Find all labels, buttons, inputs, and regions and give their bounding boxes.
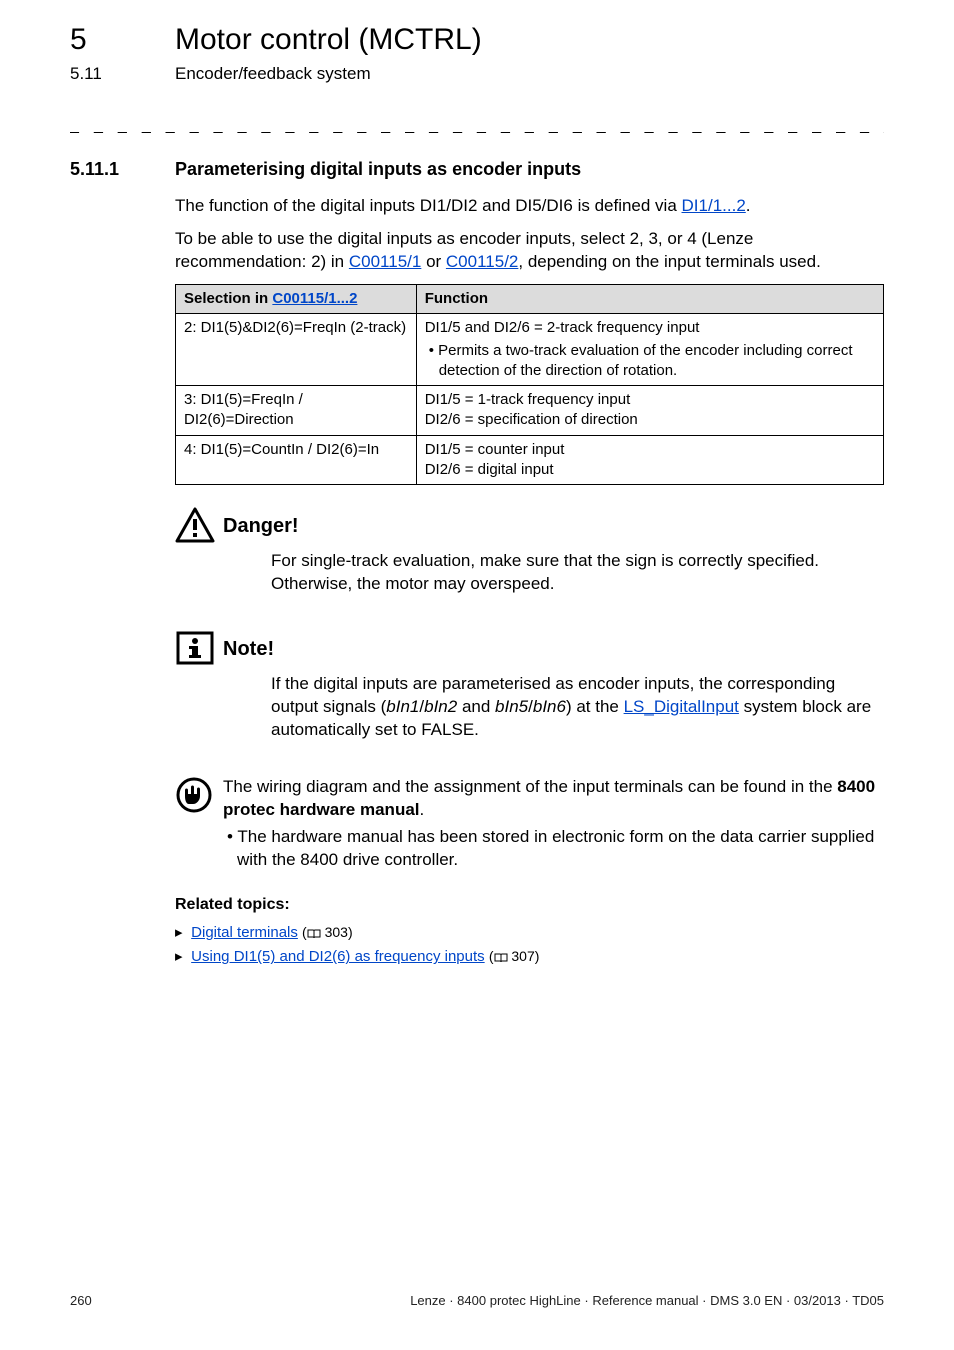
- note-text: If the digital inputs are parameterised …: [271, 673, 884, 742]
- danger-text: For single-track evaluation, make sure t…: [271, 550, 884, 596]
- table-row: 3: DI1(5)=FreqIn / DI2(6)=Direction DI1/…: [176, 386, 884, 436]
- related-topics: Related topics: ▸ Digital terminals ( 30…: [175, 894, 884, 968]
- text: The wiring diagram and the assignment of…: [223, 777, 837, 796]
- related-title: Related topics:: [175, 894, 884, 916]
- intro-paragraph-2: To be able to use the digital inputs as …: [175, 228, 884, 274]
- subsection-number: 5.11: [70, 63, 175, 86]
- signal-bin1: bIn1: [386, 697, 419, 716]
- callout-content: The wiring diagram and the assignment of…: [223, 776, 884, 872]
- page-ref: ( 307): [489, 948, 540, 964]
- text: The function of the digital inputs DI1/D…: [175, 196, 682, 215]
- text: .: [420, 800, 425, 819]
- link-digital-terminals[interactable]: Digital terminals: [191, 924, 298, 941]
- text: or: [421, 252, 446, 271]
- cell-selection: 3: DI1(5)=FreqIn / DI2(6)=Direction: [176, 386, 417, 436]
- page-number: 303: [325, 924, 348, 940]
- text: .: [746, 196, 751, 215]
- intro-paragraph-1: The function of the digital inputs DI1/D…: [175, 195, 884, 218]
- link-c00115-1[interactable]: C00115/1: [349, 252, 421, 271]
- link-freq-inputs[interactable]: Using DI1(5) and DI2(6) as frequency inp…: [191, 948, 484, 965]
- table-row: 4: DI1(5)=CountIn / DI2(6)=In DI1/5 = co…: [176, 435, 884, 485]
- text: DI1/5 = 1-track frequency input: [425, 390, 875, 410]
- page-ref: ( 303): [302, 924, 353, 940]
- table-header-row: Selection in C00115/1...2 Function: [176, 285, 884, 314]
- body: The function of the digital inputs DI1/D…: [175, 195, 884, 871]
- function-table: Selection in C00115/1...2 Function 2: DI…: [175, 284, 884, 485]
- cell-function: DI1/5 and DI2/6 = 2-track frequency inpu…: [416, 314, 883, 386]
- section-number: 5.11.1: [70, 157, 175, 181]
- cell-selection: 2: DI1(5)&DI2(6)=FreqIn (2-track): [176, 314, 417, 386]
- book-icon: [307, 929, 321, 939]
- text: The hardware manual has been stored in e…: [237, 827, 874, 869]
- subsection-header: 5.11 Encoder/feedback system: [70, 63, 884, 86]
- info-box-icon: [175, 630, 223, 666]
- col-function: Function: [416, 285, 883, 314]
- table-row: 2: DI1(5)&DI2(6)=FreqIn (2-track) DI1/5 …: [176, 314, 884, 386]
- chapter-header: 5 Motor control (MCTRL): [70, 20, 884, 61]
- tip-bullet: • The hardware manual has been stored in…: [223, 826, 884, 872]
- text: DI2/6 = digital input: [425, 460, 875, 480]
- tip-text: The wiring diagram and the assignment of…: [223, 776, 884, 872]
- related-item: ▸ Using DI1(5) and DI2(6) as frequency i…: [175, 947, 884, 967]
- section-heading: 5.11.1 Parameterising digital inputs as …: [70, 157, 884, 181]
- warning-triangle-icon: [175, 507, 223, 543]
- text: ) at the: [566, 697, 624, 716]
- text: , depending on the input terminals used.: [518, 252, 820, 271]
- hand-point-icon: [175, 776, 223, 814]
- text: DI1/5 = counter input: [425, 440, 875, 460]
- callout-content: Danger! For single-track evaluation, mak…: [223, 507, 884, 596]
- chapter-title: Motor control (MCTRL): [175, 20, 482, 61]
- link-c00115-12[interactable]: C00115/1...2: [272, 290, 357, 307]
- arrow-right-icon: ▸: [175, 947, 187, 967]
- signal-bin5: bIn5: [495, 697, 528, 716]
- link-ls-digitalinput[interactable]: LS_DigitalInput: [624, 697, 739, 716]
- divider: _ _ _ _ _ _ _ _ _ _ _ _ _ _ _ _ _ _ _ _ …: [70, 115, 884, 137]
- danger-title: Danger!: [223, 513, 884, 540]
- callout-content: Note! If the digital inputs are paramete…: [223, 630, 884, 742]
- bullet: • Permits a two-track evaluation of the …: [425, 341, 875, 382]
- subsection-title: Encoder/feedback system: [175, 63, 371, 86]
- col-selection: Selection in C00115/1...2: [176, 285, 417, 314]
- footer-info: Lenze · 8400 protec HighLine · Reference…: [410, 1292, 884, 1310]
- tip-callout: The wiring diagram and the assignment of…: [175, 776, 884, 872]
- related-item: ▸ Digital terminals ( 303): [175, 923, 884, 943]
- cell-function: DI1/5 = 1-track frequency input DI2/6 = …: [416, 386, 883, 436]
- signal-bin2: bIn2: [424, 697, 457, 716]
- section-title: Parameterising digital inputs as encoder…: [175, 157, 581, 181]
- note-title: Note!: [223, 636, 884, 663]
- text: DI2/6 = specification of direction: [425, 410, 875, 430]
- link-c00115-2[interactable]: C00115/2: [446, 252, 518, 271]
- book-icon: [494, 953, 508, 963]
- danger-callout: Danger! For single-track evaluation, mak…: [175, 507, 884, 596]
- page-footer: 260 Lenze · 8400 protec HighLine · Refer…: [70, 1292, 884, 1310]
- link-di1[interactable]: DI1/1...2: [682, 196, 746, 215]
- text: Selection in: [184, 290, 272, 307]
- page-number: 260: [70, 1292, 92, 1310]
- page: 5 Motor control (MCTRL) 5.11 Encoder/fee…: [0, 0, 954, 1350]
- page-number: 307: [511, 948, 534, 964]
- cell-selection: 4: DI1(5)=CountIn / DI2(6)=In: [176, 435, 417, 485]
- text: and: [457, 697, 495, 716]
- chapter-number: 5: [70, 20, 175, 61]
- signal-bin6: bIn6: [533, 697, 566, 716]
- arrow-right-icon: ▸: [175, 923, 187, 943]
- note-callout: Note! If the digital inputs are paramete…: [175, 630, 884, 742]
- text: DI1/5 and DI2/6 = 2-track frequency inpu…: [425, 318, 875, 338]
- cell-function: DI1/5 = counter input DI2/6 = digital in…: [416, 435, 883, 485]
